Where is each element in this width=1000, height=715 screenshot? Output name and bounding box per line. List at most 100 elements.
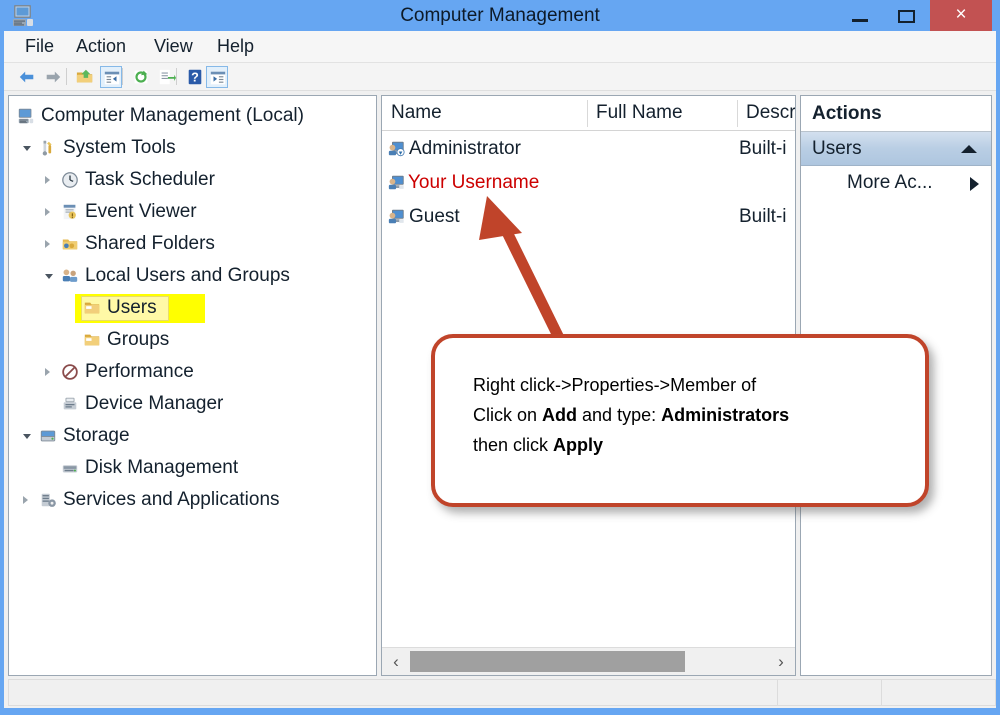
actions-group-label: Users: [812, 138, 862, 159]
more-actions-label: More Ac...: [847, 172, 933, 193]
computer-icon: [18, 108, 34, 124]
user-name: Administrator: [409, 138, 521, 159]
tree-item-label: Groups: [107, 329, 170, 350]
actions-group-users[interactable]: Users: [801, 132, 991, 166]
chevron-right-icon: [970, 177, 979, 191]
clock-icon: [62, 172, 78, 188]
tree-item-event-viewer[interactable]: Event Viewer: [9, 196, 376, 228]
close-button[interactable]: ×: [930, 0, 992, 31]
user-icon: [388, 209, 404, 224]
minimize-button[interactable]: [836, 0, 884, 31]
tree-item-users[interactable]: Users: [9, 292, 376, 324]
expander-collapsed-icon[interactable]: [45, 240, 50, 248]
toolbar: ?: [4, 63, 996, 91]
services-icon: [41, 493, 56, 507]
expander-collapsed-icon[interactable]: [45, 208, 50, 216]
expander-expanded-icon[interactable]: [23, 434, 31, 439]
tree-item-shared-folders[interactable]: Shared Folders: [9, 228, 376, 260]
toolbar-button-forward[interactable]: [42, 66, 64, 88]
more-actions-item[interactable]: More Ac...: [801, 166, 991, 200]
title-bar: Computer Management ×: [0, 0, 1000, 31]
chevron-up-icon[interactable]: [961, 145, 977, 153]
help-icon: ?: [188, 69, 202, 85]
tree-item-storage[interactable]: Storage: [9, 420, 376, 452]
user-row[interactable]: Administrator Built-i: [382, 132, 795, 166]
toolbar-button-export-list[interactable]: [156, 66, 178, 88]
console-tree-panel: Computer Management (Local) System Tools T…: [8, 95, 377, 676]
users-groups-icon: [62, 269, 78, 282]
minimize-icon: [852, 19, 868, 22]
svg-text:?: ?: [191, 71, 199, 85]
tree-item-label: Storage: [63, 425, 130, 446]
callout-text: Right click->Properties->Member of Click…: [473, 370, 789, 460]
expander-collapsed-icon[interactable]: [23, 496, 28, 504]
status-bar: [8, 679, 996, 706]
tree-item-task-scheduler[interactable]: Task Scheduler: [9, 164, 376, 196]
menu-item-help[interactable]: Help: [208, 31, 263, 62]
toolbar-button-help[interactable]: ?: [184, 66, 206, 88]
tree-item-computer-management-local[interactable]: Computer Management (Local): [9, 100, 376, 132]
toolbar-button-refresh[interactable]: [130, 66, 152, 88]
forward-icon: [46, 71, 61, 83]
toolbar-button-show-action-pane[interactable]: [206, 66, 228, 88]
toolbar-separator: [122, 68, 123, 85]
system-tools-icon: [42, 140, 52, 156]
show-action-pane-icon: [210, 71, 226, 85]
column-divider[interactable]: [737, 100, 738, 127]
tree-item-label: Computer Management (Local): [41, 105, 304, 126]
expander-expanded-icon[interactable]: [45, 274, 53, 279]
maximize-icon: [898, 10, 915, 23]
tree-item-system-tools[interactable]: System Tools: [9, 132, 376, 164]
column-divider[interactable]: [587, 100, 588, 127]
column-header-name[interactable]: Name: [382, 96, 587, 130]
tree-item-label: System Tools: [63, 137, 176, 158]
toolbar-button-show-hide-tree[interactable]: [100, 66, 122, 88]
tree-item-services-and-applications[interactable]: Services and Applications: [9, 484, 376, 516]
menu-item-view[interactable]: View: [145, 31, 202, 62]
callout-line2-mid: and type:: [577, 405, 662, 425]
tree-item-label: Services and Applications: [63, 489, 280, 510]
user-row[interactable]: Guest Built-i: [382, 200, 795, 234]
column-header-full-name[interactable]: Full Name: [587, 96, 737, 130]
folder-icon: [84, 334, 100, 346]
expander-expanded-icon[interactable]: [23, 146, 31, 151]
tree-item-device-manager[interactable]: Device Manager: [9, 388, 376, 420]
menu-item-action[interactable]: Action: [67, 31, 135, 62]
folder-icon: [84, 302, 100, 314]
callout-line3-bold-apply: Apply: [553, 435, 604, 455]
menu-bar: File Action View Help: [4, 31, 996, 63]
computer-management-window: Computer Management × File Action View Help…: [0, 0, 1000, 715]
horizontal-scrollbar[interactable]: ‹ ›: [382, 647, 795, 675]
device-manager-icon: [63, 397, 77, 410]
scrollbar-thumb[interactable]: [410, 651, 685, 672]
tree-item-performance[interactable]: Performance: [9, 356, 376, 388]
user-icon: [388, 175, 404, 190]
instruction-callout: Right click->Properties->Member of Click…: [431, 334, 929, 507]
column-header-descr[interactable]: Descr: [737, 96, 795, 130]
expander-collapsed-icon[interactable]: [45, 368, 50, 376]
tree-item-label: Disk Management: [85, 457, 239, 478]
tree-item-groups[interactable]: Groups: [9, 324, 376, 356]
status-bar-divider: [881, 680, 882, 705]
user-row[interactable]: Your Username: [382, 166, 795, 200]
menu-item-file[interactable]: File: [16, 31, 63, 62]
maximize-button[interactable]: [884, 0, 930, 31]
tree-item-disk-management[interactable]: Disk Management: [9, 452, 376, 484]
actions-pane-title: Actions: [801, 96, 991, 132]
user-description: Built-i: [739, 206, 787, 227]
callout-line3-pre: then click: [473, 435, 554, 455]
list-column-header: Name Full Name Descr: [382, 96, 795, 131]
tree-item-label: Users: [107, 297, 157, 318]
user-name: Guest: [409, 206, 460, 227]
event-viewer-icon: [63, 204, 76, 220]
performance-icon: [62, 364, 78, 380]
refresh-icon: [134, 70, 148, 84]
status-bar-divider: [777, 680, 778, 705]
toolbar-button-up-folder[interactable]: [74, 66, 96, 88]
expander-collapsed-icon[interactable]: [45, 176, 50, 184]
toolbar-button-back[interactable]: [16, 66, 38, 88]
tree-item-local-users-and-groups[interactable]: Local Users and Groups: [9, 260, 376, 292]
scroll-left-button[interactable]: ‹: [382, 648, 410, 675]
storage-icon: [40, 430, 56, 442]
scroll-right-button[interactable]: ›: [767, 648, 795, 675]
